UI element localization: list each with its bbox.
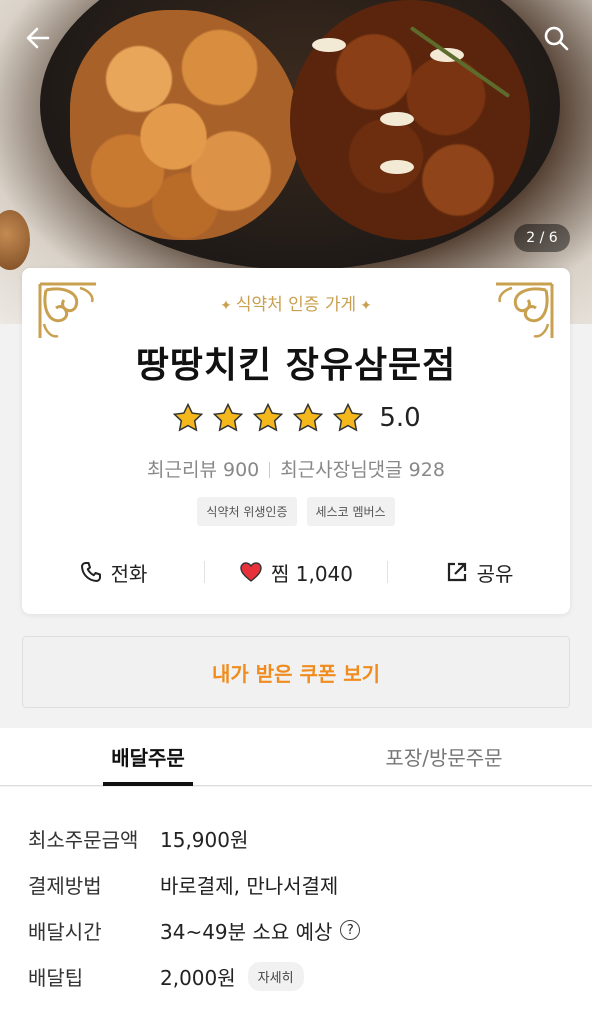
certification-label: ✦ 식약처 인증 가게 ✦ — [22, 290, 570, 315]
delivery-tip-row: 배달팁 2,000원 자세히 — [0, 953, 592, 999]
store-actions: 전화 찜 1,040 공유 — [22, 552, 570, 592]
star-icon — [293, 402, 324, 432]
delivery-tip-value-wrap: 2,000원 자세히 — [160, 961, 304, 991]
delivery-tip-detail-button[interactable]: 자세히 — [247, 961, 304, 991]
star-icon — [173, 402, 204, 432]
delivery-info: 최소주문금액 15,900원 결제방법 바로결제, 만나서결제 배달시간 34~… — [0, 787, 592, 1014]
garlic-slice — [380, 112, 414, 126]
tab-pickup[interactable]: 포장/방문주문 — [296, 728, 592, 785]
help-icon[interactable]: ? — [340, 920, 361, 940]
rating-value: 5.0 — [379, 403, 421, 433]
delivery-time-row: 배달시간 34~49분 소요 예상 ? — [0, 907, 592, 953]
like-label: 찜 1,040 — [270, 561, 353, 586]
shallot-image — [0, 210, 30, 270]
back-button[interactable] — [20, 20, 56, 56]
min-order-label: 최소주문금액 — [28, 827, 139, 852]
divider — [269, 462, 271, 478]
store-info-card: ✦ 식약처 인증 가게 ✦ 땅땅치킨 장유삼문점 5.0 최근리뷰 900 최근사장님… — [22, 268, 570, 614]
delivery-time-value: 34~49분 소요 예상 — [160, 919, 333, 944]
payment-value: 바로결제, 만나서결제 — [160, 873, 339, 898]
search-button[interactable] — [538, 20, 574, 56]
owner-replies[interactable]: 최근사장님댓글 928 — [280, 459, 445, 481]
store-name: 땅땅치킨 장유삼문점 — [135, 345, 457, 386]
sparkle-icon: ✦ — [220, 298, 232, 314]
share-button[interactable]: 공유 — [388, 558, 570, 587]
rating-row[interactable]: 5.0 — [22, 402, 570, 434]
star-icon — [333, 402, 364, 432]
call-button[interactable]: 전화 — [22, 558, 204, 587]
heart-icon — [240, 562, 262, 582]
recent-reviews[interactable]: 최근리뷰 900 — [147, 459, 259, 481]
payment-label: 결제방법 — [28, 873, 102, 898]
order-type-tabs: 배달주문 포장/방문주문 — [0, 728, 592, 786]
certification-text: 식약처 인증 가게 — [235, 295, 357, 315]
tab-delivery[interactable]: 배달주문 — [0, 728, 296, 785]
search-icon — [544, 26, 569, 51]
badge-list: 식약처 위생인증 세스코 멤버스 — [22, 497, 570, 526]
like-button[interactable]: 찜 1,040 — [205, 558, 387, 587]
image-counter: 2 / 6 — [514, 224, 570, 252]
share-label: 공유 — [476, 561, 514, 586]
share-icon — [447, 562, 466, 582]
delivery-tip-value: 2,000원 — [160, 965, 236, 990]
delivery-time-label: 배달시간 — [28, 919, 102, 944]
arrow-left-icon — [26, 27, 50, 49]
star-icon — [213, 402, 244, 432]
view-coupons-button[interactable]: 내가 받은 쿠폰 보기 — [22, 636, 570, 708]
garlic-slice — [312, 38, 346, 52]
review-counts[interactable]: 최근리뷰 900 최근사장님댓글 928 — [22, 455, 570, 482]
cesco-badge: 세스코 멤버스 — [306, 497, 395, 526]
payment-row: 결제방법 바로결제, 만나서결제 — [0, 861, 592, 907]
min-order-value: 15,900원 — [160, 827, 249, 852]
garlic-slice — [380, 160, 414, 174]
hygiene-badge: 식약처 위생인증 — [197, 497, 297, 526]
star-icon — [253, 402, 284, 432]
call-label: 전화 — [110, 561, 148, 586]
min-order-row: 최소주문금액 15,900원 — [0, 815, 592, 861]
delivery-time-value-wrap: 34~49분 소요 예상 ? — [160, 916, 361, 945]
delivery-tip-label: 배달팁 — [28, 965, 84, 990]
phone-icon — [80, 562, 101, 582]
sparkle-icon: ✦ — [360, 298, 372, 314]
